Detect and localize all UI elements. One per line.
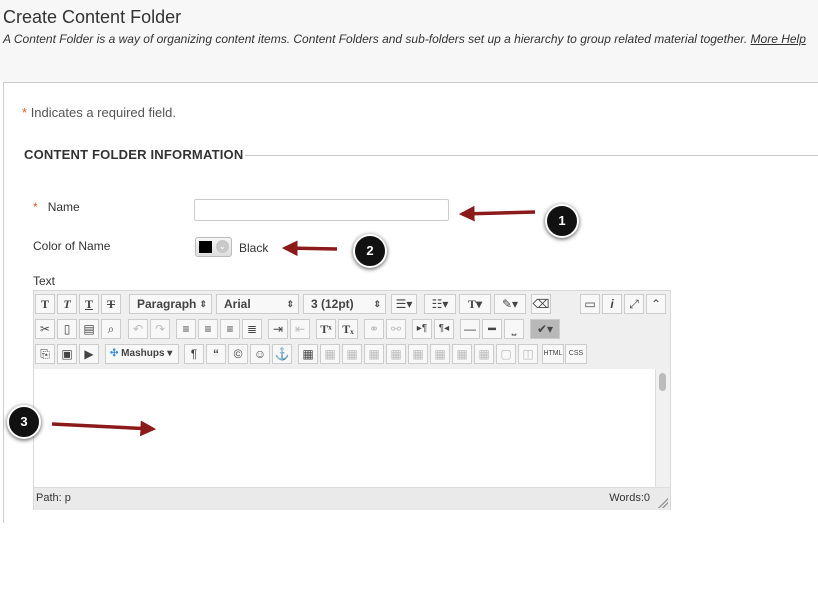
- arrow-3: [51, 420, 157, 437]
- callout-1: 1: [545, 204, 579, 238]
- callout-3: 3: [7, 405, 41, 439]
- annotation-arrows: [51, 205, 536, 437]
- arrow-2: [281, 240, 338, 257]
- arrow-1: [458, 205, 536, 222]
- callout-2: 2: [353, 234, 387, 268]
